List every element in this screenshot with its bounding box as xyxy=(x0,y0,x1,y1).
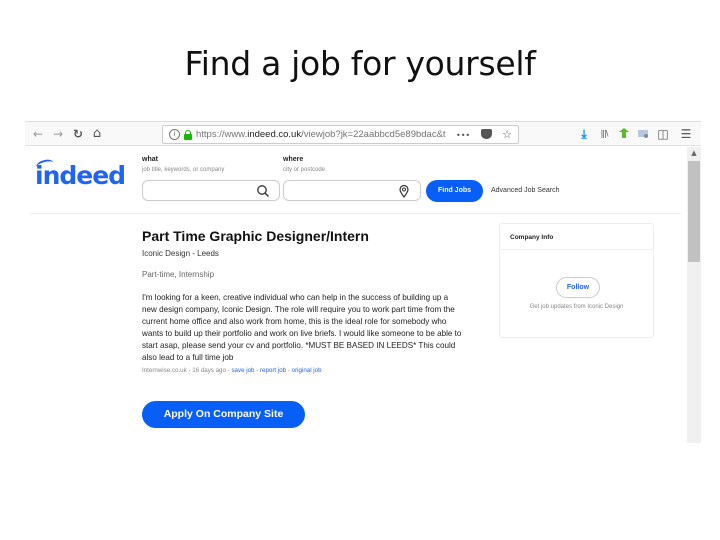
reload-icon[interactable]: ↻ xyxy=(71,127,85,141)
job-title: Part Time Graphic Designer/Intern xyxy=(142,228,369,244)
apply-on-company-site-button[interactable]: Apply On Company Site xyxy=(142,401,305,428)
site-info-icon[interactable]: i xyxy=(169,129,180,140)
address-bar[interactable]: i https://www.indeed.co.uk/viewjob?jk=22… xyxy=(162,125,519,144)
job-company-location: Iconic Design - Leeds xyxy=(142,249,219,258)
where-field[interactable] xyxy=(283,180,421,201)
browser-window: ← → ↻ ⌂ i https://www.indeed.co.uk/viewj… xyxy=(25,121,701,443)
back-icon[interactable]: ← xyxy=(31,127,45,141)
what-field[interactable] xyxy=(142,180,280,201)
scroll-up-arrow-icon[interactable]: ▲ xyxy=(687,147,701,159)
lock-icon xyxy=(184,130,192,140)
follow-hint: Get job updates from Iconic Design xyxy=(529,304,624,310)
menu-icon[interactable]: ☰ xyxy=(679,127,693,141)
what-input[interactable] xyxy=(149,183,258,198)
company-info-card: Company Info Follow Get job updates from… xyxy=(499,223,654,338)
report-job-link[interactable]: report job xyxy=(260,367,286,374)
screenshot-icon[interactable] xyxy=(636,127,650,141)
where-hint: city or postcode xyxy=(283,167,326,173)
location-pin-icon xyxy=(399,184,409,198)
page-actions-icon[interactable]: ••• xyxy=(456,131,470,140)
url-domain: indeed.co.uk xyxy=(247,129,302,140)
library-icon[interactable]: |||\ xyxy=(597,127,611,141)
what-hint: job title, keywords, or company xyxy=(142,167,225,173)
advanced-job-search-link[interactable]: Advanced Job Search xyxy=(491,187,560,194)
original-job-link[interactable]: original job xyxy=(292,367,322,374)
where-input[interactable] xyxy=(290,183,399,198)
job-description: I'm looking for a keen, creative individ… xyxy=(142,293,462,363)
search-icon xyxy=(257,185,269,197)
follow-button[interactable]: Follow xyxy=(556,277,600,298)
scroll-thumb[interactable] xyxy=(688,161,700,262)
pocket-icon[interactable] xyxy=(480,129,492,139)
home-icon[interactable]: ⌂ xyxy=(90,127,104,141)
company-info-header: Company Info xyxy=(500,224,653,250)
browser-toolbar: ← → ↻ ⌂ i https://www.indeed.co.uk/viewj… xyxy=(25,121,701,146)
job-age: 16 days ago xyxy=(192,367,226,374)
url-path: /viewjob?jk=22aabbcd5e89bdac&tk= xyxy=(301,129,446,140)
what-label: what xyxy=(142,156,158,163)
where-label: where xyxy=(283,156,304,163)
job-type: Part-time, Internship xyxy=(142,270,215,279)
url-text[interactable]: https://www.indeed.co.uk/viewjob?jk=22aa… xyxy=(196,129,446,140)
slide-title: Find a job for yourself xyxy=(184,44,536,83)
page-scrollbar[interactable]: ▲ xyxy=(687,147,701,443)
job-source: Internwise.co.uk xyxy=(142,367,187,374)
find-jobs-button[interactable]: Find Jobs xyxy=(426,180,483,202)
download-icon[interactable]: ⤓ xyxy=(577,127,591,141)
company-info-title: Company Info xyxy=(510,234,554,241)
save-job-link[interactable]: save job xyxy=(231,367,254,374)
url-prefix: https://www. xyxy=(196,129,248,140)
job-meta: Internwise.co.uk - 16 days ago - save jo… xyxy=(142,367,322,374)
indeed-logo[interactable]: indeed xyxy=(35,161,126,190)
extension-icon[interactable] xyxy=(617,127,631,141)
forward-icon[interactable]: → xyxy=(51,127,65,141)
sidebar-icon[interactable]: ◫ xyxy=(656,127,670,141)
bookmark-star-icon[interactable]: ☆ xyxy=(502,128,512,141)
header-divider xyxy=(31,213,681,214)
indeed-page: indeed what job title, keywords, or comp… xyxy=(25,147,687,443)
